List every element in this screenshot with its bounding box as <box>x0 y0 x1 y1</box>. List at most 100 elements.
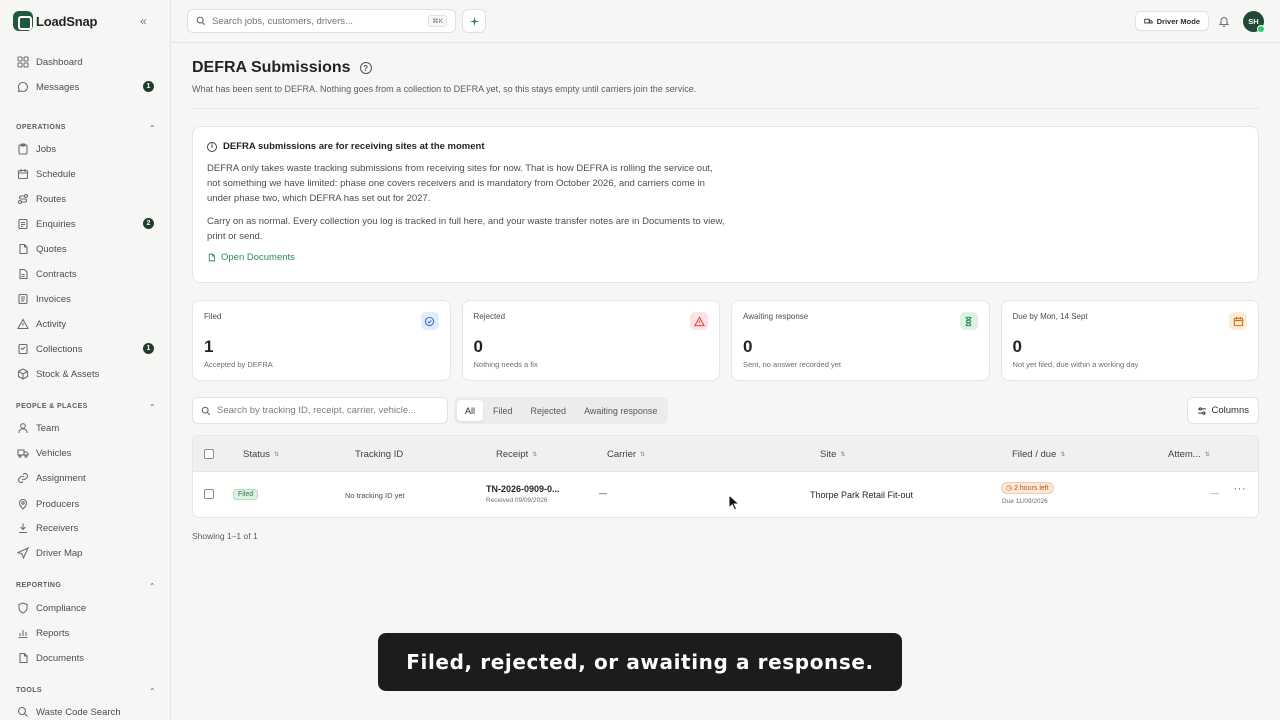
header-label: Carrier <box>607 449 637 460</box>
sidebar-item-dashboard[interactable]: Dashboard <box>16 52 156 72</box>
page-title: DEFRA Submissions <box>192 59 351 76</box>
sidebar-item-label: Stock & Assets <box>36 368 100 380</box>
sidebar-item-label: Routes <box>36 193 67 205</box>
sidebar-item-contracts[interactable]: Contracts <box>16 264 156 284</box>
tab-all[interactable]: All <box>457 400 484 421</box>
status-filter-tabs: All Filed Rejected Awaiting response <box>454 397 669 424</box>
sidebar-item-producers[interactable]: Producers <box>16 494 156 514</box>
search-icon <box>16 706 29 719</box>
sidebar-item-routes[interactable]: Routes <box>16 189 156 209</box>
ai-sparkle-button[interactable] <box>462 9 486 33</box>
help-icon[interactable]: ? <box>359 62 372 74</box>
sidebar-item-activity[interactable]: Activity <box>16 314 156 334</box>
download-icon <box>16 522 29 535</box>
sidebar-item-team[interactable]: Team <box>16 418 156 438</box>
sidebar-item-receivers[interactable]: Receivers <box>16 518 156 538</box>
chevron-up-icon: ⌃ <box>148 687 156 696</box>
stat-description: Accepted by DEFRA <box>204 360 273 369</box>
receipt-cell[interactable]: TN-2026-0909-0... <box>486 484 560 494</box>
stat-value: 0 <box>1012 337 1022 356</box>
global-search-input[interactable]: Search jobs, customers, drivers... ⌘K <box>187 9 456 33</box>
bell-icon[interactable] <box>1218 14 1230 32</box>
sidebar-item-enquiries[interactable]: Enquiries 2 <box>16 214 156 234</box>
sidebar-item-invoices[interactable]: Invoices <box>16 289 156 309</box>
header-label: Site <box>820 449 837 460</box>
sidebar-item-label: Invoices <box>36 293 71 305</box>
section-people-places[interactable]: PEOPLE & PLACES ⌃ <box>16 403 156 412</box>
sidebar-item-documents[interactable]: Documents <box>16 648 156 668</box>
columns-button[interactable]: Columns <box>1186 397 1259 424</box>
avatar[interactable]: SH <box>1243 11 1265 33</box>
tab-rejected[interactable]: Rejected <box>523 400 575 421</box>
columns-label: Columns <box>1211 405 1250 416</box>
more-options-icon[interactable]: ··· <box>1234 483 1247 495</box>
user-icon <box>16 422 29 435</box>
info-icon: i <box>207 141 217 152</box>
header-label: Status <box>243 449 270 460</box>
topbar: Search jobs, customers, drivers... ⌘K Dr… <box>171 0 1280 43</box>
stat-label: Awaiting response <box>743 312 809 321</box>
stats-row: Filed 1 Accepted by DEFRA Rejected 0 Not… <box>192 300 1259 381</box>
sidebar-item-label: Receivers <box>36 522 79 534</box>
sidebar-item-schedule[interactable]: Schedule <box>16 164 156 184</box>
row-checkbox[interactable] <box>204 489 214 499</box>
sidebar-item-label: Team <box>36 422 60 434</box>
tab-awaiting-response[interactable]: Awaiting response <box>576 400 665 421</box>
section-reporting[interactable]: REPORTING ⌃ <box>16 582 156 591</box>
sidebar-item-jobs[interactable]: Jobs <box>16 139 156 159</box>
chevron-up-icon: ⌃ <box>148 582 156 591</box>
table-search-input[interactable]: Search by tracking ID, receipt, carrier,… <box>192 397 448 424</box>
check-circle-icon <box>420 312 439 330</box>
collapse-sidebar-icon[interactable]: « <box>140 14 147 28</box>
stat-card-awaiting[interactable]: Awaiting response 0 Sent, no answer reco… <box>731 300 990 381</box>
sidebar-item-label: Reports <box>36 627 70 639</box>
column-header-carrier[interactable]: Carrier ⇅ <box>607 449 645 460</box>
divider <box>192 108 1259 109</box>
sidebar-item-vehicles[interactable]: Vehicles <box>16 443 156 463</box>
brand[interactable]: LoadSnap <box>13 11 97 31</box>
stat-card-due[interactable]: Due by Mon, 14 Sept 0 Not yet filed, due… <box>1000 300 1259 381</box>
column-header-attempts[interactable]: Attem... ⇅ <box>1168 449 1210 460</box>
stat-card-rejected[interactable]: Rejected 0 Nothing needs a fix <box>461 300 720 381</box>
sort-icon: ⇅ <box>1204 452 1210 458</box>
document-icon <box>208 253 215 262</box>
sidebar-item-reports[interactable]: Reports <box>16 623 156 643</box>
select-all-checkbox[interactable] <box>204 449 214 459</box>
tab-filed[interactable]: Filed <box>485 400 521 421</box>
sidebar-item-stock-assets[interactable]: Stock & Assets <box>16 364 156 384</box>
sidebar-item-label: Producers <box>36 498 80 510</box>
column-header-status[interactable]: Status ⇅ <box>243 449 279 460</box>
open-documents-link[interactable]: Open Documents <box>207 252 1244 263</box>
driver-mode-button[interactable]: Driver Mode <box>1134 11 1209 31</box>
sidebar-item-quotes[interactable]: Quotes <box>16 239 156 259</box>
sidebar-item-messages[interactable]: Messages 1 <box>16 77 156 97</box>
column-header-site[interactable]: Site ⇅ <box>820 449 845 460</box>
due-badge: ◷ 2 hours left <box>1001 482 1054 494</box>
header-label: Filed / due <box>1012 449 1057 460</box>
column-header-filed-due[interactable]: Filed / due ⇅ <box>1012 449 1065 460</box>
sidebar-item-label: Schedule <box>36 168 76 180</box>
column-header-receipt[interactable]: Receipt ⇅ <box>496 449 537 460</box>
stat-label: Rejected <box>473 312 506 321</box>
section-tools[interactable]: TOOLS ⌃ <box>16 687 156 696</box>
info-notice: i DEFRA submissions are for receiving si… <box>192 126 1259 283</box>
sidebar-item-driver-map[interactable]: Driver Map <box>16 543 156 563</box>
sidebar-item-waste-code-search[interactable]: Waste Code Search <box>16 702 156 720</box>
column-header-tracking-id[interactable]: Tracking ID <box>355 449 403 460</box>
due-date: Due 11/09/2026 <box>1002 498 1048 505</box>
chevron-up-icon: ⌃ <box>148 124 156 133</box>
section-operations[interactable]: OPERATIONS ⌃ <box>16 124 156 133</box>
enquiries-badge: 2 <box>143 218 154 229</box>
grid-icon <box>16 56 29 69</box>
sidebar-item-label: Documents <box>36 652 85 664</box>
sort-icon: ⇅ <box>640 452 646 458</box>
notice-title: DEFRA submissions are for receiving site… <box>223 141 485 152</box>
sidebar-item-compliance[interactable]: Compliance <box>16 598 156 618</box>
stat-description: Nothing needs a fix <box>473 360 538 369</box>
sidebar-item-label: Assignment <box>36 472 86 484</box>
stat-card-filed[interactable]: Filed 1 Accepted by DEFRA <box>192 300 451 381</box>
sidebar-item-label: Waste Code Search <box>36 706 121 718</box>
hourglass-icon <box>959 312 978 330</box>
sidebar-item-assignment[interactable]: Assignment <box>16 468 156 488</box>
sidebar-item-collections[interactable]: Collections 1 <box>16 339 156 359</box>
